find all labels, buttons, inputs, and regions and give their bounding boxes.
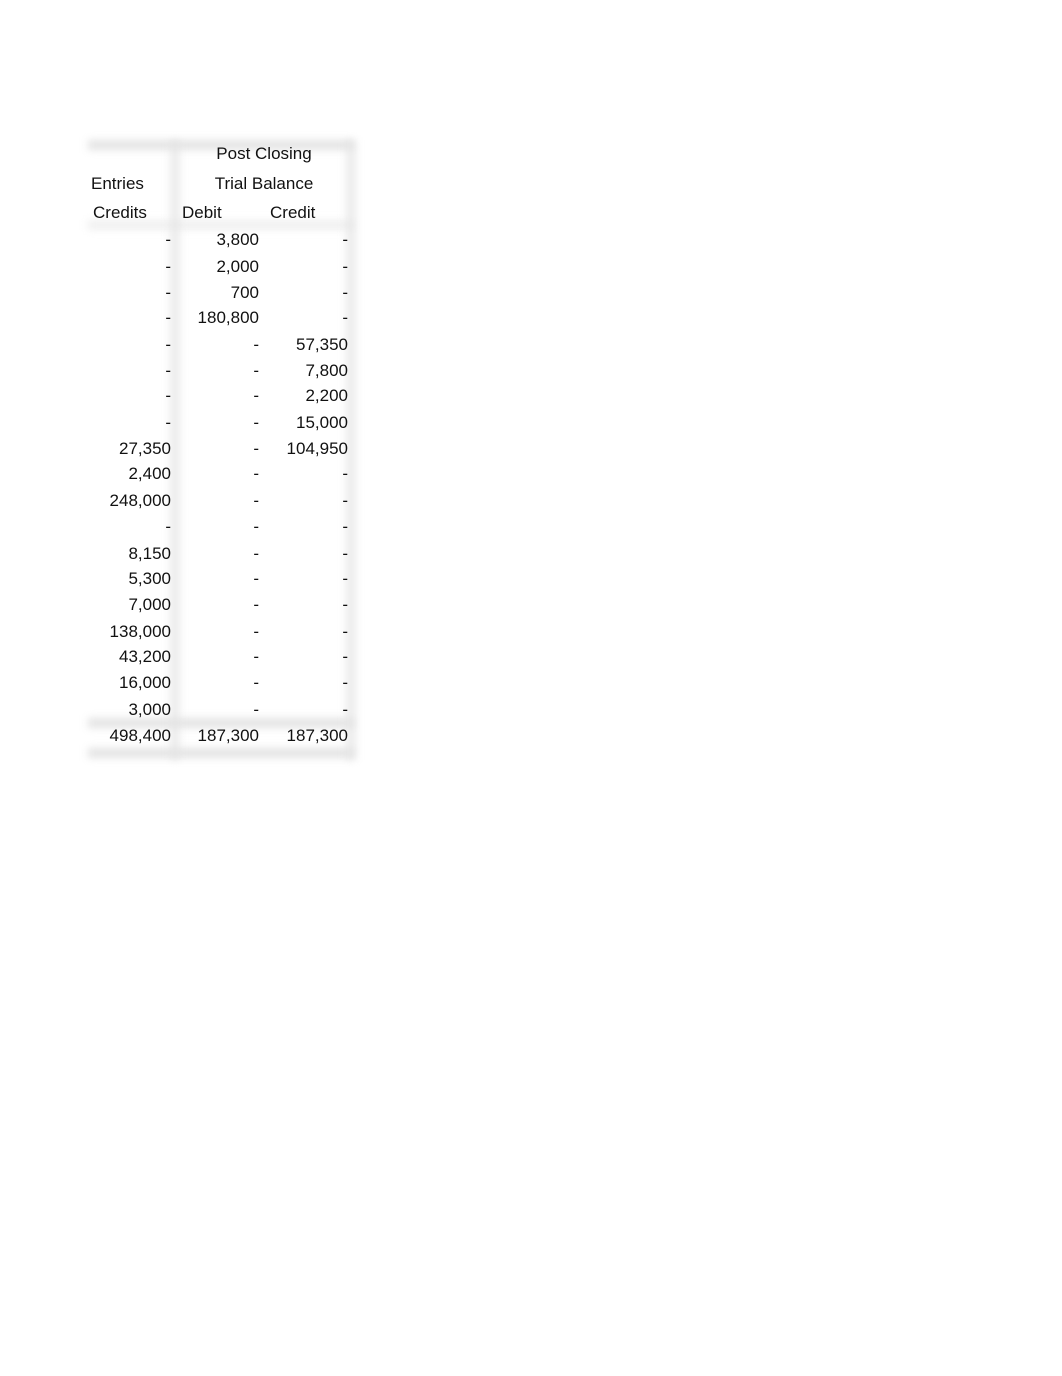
credit-cell: - [342, 230, 348, 249]
table-row: - - 2,200 [86, 386, 356, 406]
entries-credits-cell: - [165, 308, 171, 327]
debit-cell: 180,800 [197, 308, 259, 327]
table-row: 3,000 - - [86, 700, 356, 720]
table-row: - - 15,000 [86, 413, 356, 433]
table-row: 248,000 - - [86, 491, 356, 511]
total-entries-credits: 498,400 [109, 726, 171, 745]
header-entries: Entries [91, 174, 144, 193]
entries-credits-cell: - [165, 386, 171, 405]
debit-cell: - [253, 569, 259, 588]
entries-credits-cell: - [165, 413, 171, 432]
entries-credits-cell: - [165, 335, 171, 354]
credit-cell: - [342, 283, 348, 302]
debit-cell: - [253, 595, 259, 614]
table-row: - - 7,800 [86, 361, 356, 381]
debit-cell: - [253, 544, 259, 563]
debit-cell: - [253, 491, 259, 510]
worksheet: Post Closing Entries Trial Balance Credi… [86, 140, 356, 760]
credit-cell: - [342, 257, 348, 276]
credit-cell: - [342, 491, 348, 510]
table-row: - 3,800 - [86, 230, 356, 250]
credit-cell: 2,200 [305, 386, 348, 405]
entries-credits-cell: 27,350 [119, 439, 171, 458]
table-row: 5,300 - - [86, 569, 356, 589]
credit-cell: - [342, 700, 348, 719]
table-row: - 180,800 - [86, 308, 356, 328]
debit-cell: 700 [230, 283, 259, 302]
entries-credits-cell: 2,400 [128, 464, 171, 483]
table-row: - 2,000 - [86, 257, 356, 277]
credit-cell: 7,800 [305, 361, 348, 380]
entries-credits-cell: 138,000 [109, 622, 171, 641]
entries-credits-cell: 5,300 [128, 569, 171, 588]
header-debit: Debit [182, 203, 222, 222]
header-credits: Credits [93, 203, 147, 222]
table-row: 7,000 - - [86, 595, 356, 615]
table-row: - 700 - [86, 283, 356, 303]
entries-credits-cell: - [165, 283, 171, 302]
credit-cell: - [342, 647, 348, 666]
table-row: 27,350 - 104,950 [86, 439, 356, 459]
entries-credits-cell: - [165, 230, 171, 249]
header-credit: Credit [270, 203, 316, 222]
debit-cell: - [253, 517, 259, 536]
credit-cell: - [342, 595, 348, 614]
credit-cell: - [342, 517, 348, 536]
entries-credits-cell: - [165, 257, 171, 276]
credit-cell: - [342, 464, 348, 483]
border-totals-bottom [88, 748, 354, 758]
table-row: 16,000 - - [86, 673, 356, 693]
entries-credits-cell: 16,000 [119, 673, 171, 692]
credit-cell: - [342, 622, 348, 641]
entries-credits-cell: - [165, 517, 171, 536]
entries-credits-cell: 3,000 [128, 700, 171, 719]
table-row: 8,150 - - [86, 544, 356, 564]
header-post-closing: Post Closing [216, 144, 312, 163]
debit-cell: - [253, 647, 259, 666]
credit-cell: 57,350 [296, 335, 348, 354]
credit-cell: 104,950 [286, 439, 348, 458]
entries-credits-cell: 8,150 [128, 544, 171, 563]
entries-credits-cell: 248,000 [109, 491, 171, 510]
debit-cell: - [253, 361, 259, 380]
debit-cell: 2,000 [216, 257, 259, 276]
debit-cell: - [253, 439, 259, 458]
debit-cell: - [253, 700, 259, 719]
totals-row: 498,400 187,300 187,300 [86, 726, 356, 746]
entries-credits-cell: - [165, 361, 171, 380]
table-row: 2,400 - - [86, 464, 356, 484]
credit-cell: - [342, 544, 348, 563]
debit-cell: - [253, 464, 259, 483]
debit-cell: - [253, 622, 259, 641]
debit-cell: - [253, 413, 259, 432]
debit-cell: 3,800 [216, 230, 259, 249]
credit-cell: 15,000 [296, 413, 348, 432]
credit-cell: - [342, 308, 348, 327]
entries-credits-cell: 7,000 [128, 595, 171, 614]
credit-cell: - [342, 569, 348, 588]
total-credit: 187,300 [286, 726, 348, 745]
table-row: 138,000 - - [86, 622, 356, 642]
table-row: 43,200 - - [86, 647, 356, 667]
header-trial-balance: Trial Balance [214, 174, 314, 193]
total-debit: 187,300 [197, 726, 259, 745]
table-row: - - 57,350 [86, 335, 356, 355]
entries-credits-cell: 43,200 [119, 647, 171, 666]
debit-cell: - [253, 673, 259, 692]
credit-cell: - [342, 673, 348, 692]
debit-cell: - [253, 335, 259, 354]
debit-cell: - [253, 386, 259, 405]
table-row: --- [86, 517, 356, 537]
